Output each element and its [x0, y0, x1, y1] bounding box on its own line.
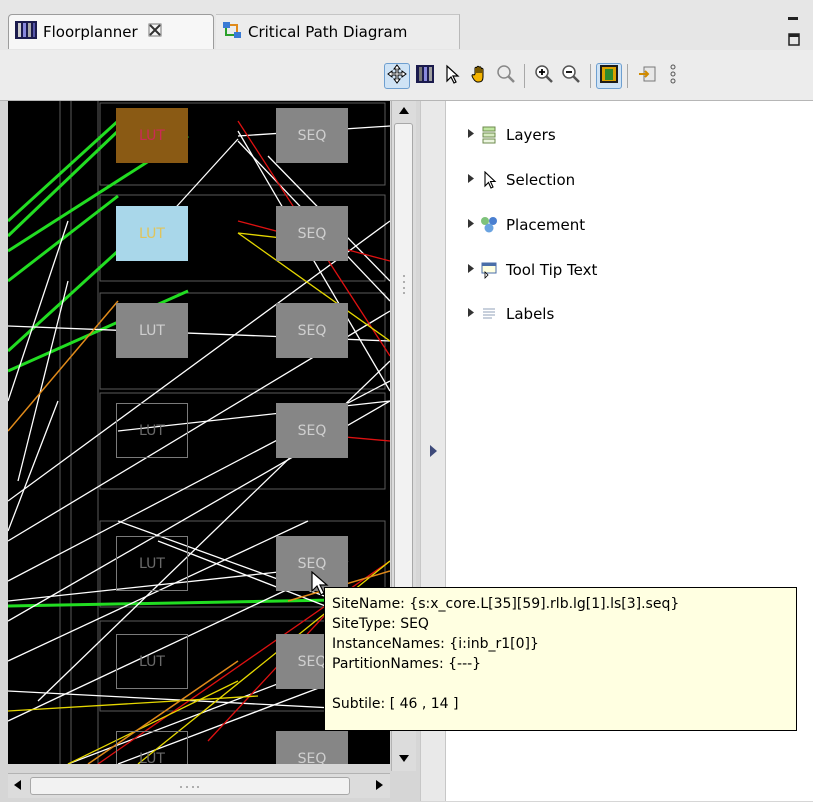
grip-icon — [403, 275, 405, 294]
tooltip-site-name: SiteName: {s:x_core.L[35][59].rlb.lg[1].… — [332, 596, 680, 612]
expand-triangle-icon — [468, 129, 480, 141]
select-tool-button[interactable] — [439, 63, 465, 89]
drawer-labels[interactable]: Labels — [468, 301, 554, 327]
expand-triangle-icon — [468, 308, 480, 320]
magnifier-icon — [496, 64, 516, 88]
tooltip-spacer — [332, 674, 789, 694]
drawer-selection[interactable]: Selection — [468, 167, 575, 193]
highlight-button[interactable] — [596, 63, 622, 89]
floorplanner-icon — [15, 21, 37, 43]
window-controls — [788, 14, 813, 50]
minimize-icon[interactable] — [788, 16, 799, 32]
zoom-out-button[interactable] — [558, 63, 584, 89]
color-map-icon — [415, 64, 435, 88]
more-icon — [668, 63, 678, 89]
pan-hand-icon — [469, 64, 489, 88]
lut-cell[interactable]: LUT — [116, 403, 188, 458]
zoom-out-icon — [561, 64, 581, 88]
scroll-down-icon[interactable] — [399, 753, 409, 766]
pan-tool-button[interactable] — [466, 63, 492, 89]
scroll-left-icon[interactable] — [13, 780, 21, 793]
drawer-label: Tool Tip Text — [506, 261, 598, 279]
toolbar-separator — [590, 64, 591, 88]
tooltip-site-type: SiteType: SEQ — [332, 616, 429, 632]
seq-cell[interactable]: SEQ — [276, 206, 348, 261]
placement-icon — [480, 216, 498, 234]
grip-icon — [180, 786, 199, 788]
expand-triangle-icon — [468, 174, 480, 186]
tooltip-text-icon — [480, 261, 498, 279]
expand-arrow-icon[interactable] — [430, 445, 438, 457]
drawer-label: Labels — [506, 305, 555, 323]
labels-icon — [480, 305, 498, 323]
lut-cell[interactable]: LUT — [116, 303, 188, 358]
highlight-icon — [599, 64, 619, 88]
seq-cell[interactable]: SEQ — [276, 303, 348, 358]
scroll-up-icon[interactable] — [399, 104, 409, 117]
drawer-label: Layers — [506, 126, 556, 144]
seq-cell[interactable]: SEQ — [276, 731, 348, 764]
drawer-label: Selection — [506, 171, 576, 189]
zoom-in-icon — [534, 64, 554, 88]
lut-cell-selected[interactable]: LUT — [116, 206, 188, 261]
toolbar-separator — [524, 64, 525, 88]
tab-critical-path-diagram[interactable]: Critical Path Diagram — [216, 14, 460, 49]
export-icon — [637, 64, 657, 88]
drawer-label: Placement — [506, 216, 586, 234]
color-map-button[interactable] — [412, 63, 438, 89]
critical-path-icon — [222, 21, 242, 43]
tooltip-subtile: Subtile: [ 46 , 14 ] — [332, 696, 459, 712]
tab-label: Floorplanner — [43, 23, 138, 41]
scroll-right-icon[interactable] — [376, 780, 384, 793]
tooltip-instance-names: InstanceNames: {i:inb_r1[0]} — [332, 636, 539, 652]
more-options-button[interactable] — [660, 63, 686, 89]
selection-arrow-icon — [480, 171, 498, 189]
tab-floorplanner[interactable]: Floorplanner — [8, 14, 214, 49]
lut-cell[interactable]: LUT — [116, 634, 188, 689]
close-tab-icon[interactable] — [148, 23, 162, 41]
editor-tab-bar: Floorplanner Critical Path Diagram — [0, 0, 813, 51]
move-tool-button[interactable] — [384, 63, 410, 89]
zoom-in-button[interactable] — [531, 63, 557, 89]
horizontal-scrollbar[interactable] — [8, 773, 390, 798]
expand-triangle-icon — [468, 219, 480, 231]
maximize-icon[interactable] — [788, 33, 800, 50]
magnifier-button[interactable] — [493, 63, 519, 89]
expand-triangle-icon — [468, 264, 480, 276]
drawer-tool-tip-text[interactable]: Tool Tip Text — [468, 257, 597, 283]
drawer-layers[interactable]: Layers — [468, 122, 556, 148]
export-button[interactable] — [634, 63, 660, 89]
horizontal-scroll-thumb[interactable] — [30, 777, 350, 795]
toolbar-separator — [627, 64, 628, 88]
site-tooltip: SiteName: {s:x_core.L[35][59].rlb.lg[1].… — [324, 587, 797, 731]
lut-cell[interactable]: LUT — [116, 536, 188, 591]
floorplanner-toolbar — [0, 50, 813, 101]
lut-cell[interactable]: LUT — [116, 731, 188, 764]
layers-icon — [480, 126, 498, 144]
tab-label: Critical Path Diagram — [248, 23, 408, 41]
seq-cell[interactable]: SEQ — [276, 108, 348, 163]
lut-cell[interactable]: LUT — [116, 108, 188, 163]
vertical-scroll-thumb[interactable] — [394, 123, 413, 603]
move-icon — [387, 64, 407, 88]
tooltip-partition-names: PartitionNames: {---} — [332, 656, 482, 672]
drawer-placement[interactable]: Placement — [468, 212, 585, 238]
seq-cell[interactable]: SEQ — [276, 403, 348, 458]
select-arrow-icon — [442, 64, 462, 88]
